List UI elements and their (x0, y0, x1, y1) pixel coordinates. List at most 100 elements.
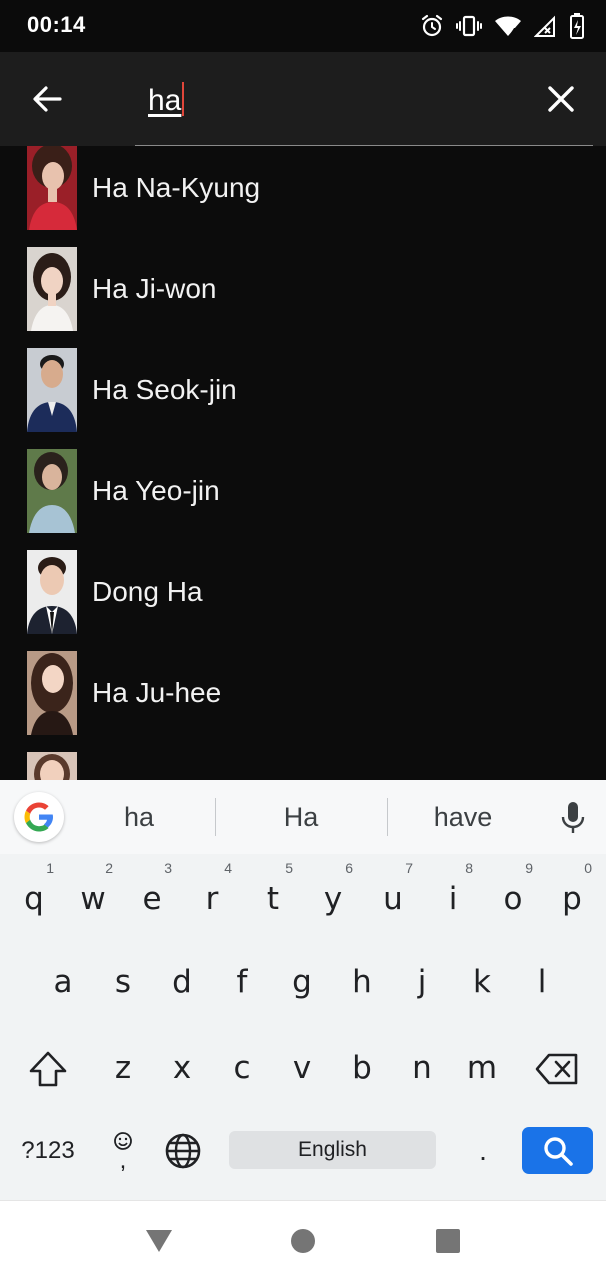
key-label: q (24, 881, 44, 917)
key-f[interactable]: f (212, 947, 272, 1017)
globe-icon (165, 1133, 201, 1169)
key-hint: 6 (345, 860, 353, 876)
result-item[interactable]: Ha Yeo-jin (0, 449, 606, 550)
shift-icon (29, 1051, 67, 1087)
back-button[interactable] (22, 76, 72, 122)
key-label: o (503, 881, 523, 917)
key-b[interactable]: b (332, 1033, 392, 1103)
nav-back-button[interactable] (139, 1223, 179, 1259)
backspace-key[interactable] (527, 1034, 587, 1104)
key-x[interactable]: x (152, 1033, 212, 1103)
key-label: i (448, 881, 458, 917)
search-toolbar: ha (0, 52, 606, 146)
key-y[interactable]: y6 (303, 860, 363, 934)
result-avatar (27, 449, 77, 533)
key-label: u (383, 881, 403, 917)
key-c[interactable]: c (212, 1033, 272, 1103)
key-g[interactable]: g (272, 947, 332, 1017)
result-item[interactable]: Dong Ha (0, 550, 606, 651)
key-i[interactable]: i8 (423, 860, 483, 934)
soft-keyboard: ha Ha have q1 w2 e3 r4 t5 y6 u7 i8 o9 p0… (0, 780, 606, 1200)
symbols-key[interactable]: ?123 (8, 1130, 88, 1172)
key-z[interactable]: z (93, 1033, 153, 1103)
google-logo-icon[interactable] (14, 792, 64, 842)
system-nav-bar (0, 1200, 606, 1280)
suggestion-2[interactable]: Ha (251, 802, 351, 833)
key-label: y (323, 881, 343, 917)
status-bar: 00:14 4 (0, 0, 606, 52)
key-d[interactable]: d (152, 947, 212, 1017)
suggestion-1[interactable]: ha (89, 802, 189, 833)
result-item[interactable]: Ha Ji-won (0, 247, 606, 348)
close-icon (548, 86, 574, 112)
key-w[interactable]: w2 (63, 860, 123, 934)
result-item[interactable]: Ha Seok-jin (0, 348, 606, 449)
result-avatar (27, 247, 77, 331)
search-input[interactable]: ha (148, 82, 185, 119)
key-t[interactable]: t5 (243, 860, 303, 934)
cell-signal-icon (534, 14, 558, 38)
backspace-icon (535, 1053, 578, 1085)
battery-icon (570, 13, 584, 39)
key-r[interactable]: r4 (182, 860, 242, 934)
key-p[interactable]: p0 (542, 860, 602, 934)
key-hint: 0 (584, 860, 592, 876)
key-n[interactable]: n (392, 1033, 452, 1103)
text-cursor (182, 82, 185, 117)
result-avatar (27, 752, 77, 780)
key-h[interactable]: h (332, 947, 392, 1017)
result-item[interactable] (0, 752, 606, 780)
microphone-icon[interactable] (560, 800, 586, 836)
svg-text:4: 4 (511, 27, 517, 38)
emoji-comma-key[interactable]: , (104, 1124, 142, 1178)
comma-label: , (119, 1147, 127, 1174)
clear-search-button[interactable] (538, 76, 584, 122)
status-icons: 4 (420, 11, 584, 41)
key-a[interactable]: a (33, 947, 93, 1017)
shift-key[interactable] (18, 1034, 78, 1104)
suggestion-bar: ha Ha have (0, 780, 606, 854)
result-name: Ha Ju-hee (92, 677, 222, 708)
search-results-list: Ha Na-Kyung Ha Ji-won Ha Seok-jin Ha Yeo… (0, 146, 606, 780)
key-hint: 2 (105, 860, 113, 876)
period-key[interactable]: . (464, 1130, 502, 1172)
key-label: w (80, 881, 106, 917)
square-recents-icon (436, 1229, 460, 1253)
key-l[interactable]: l (512, 947, 572, 1017)
key-o[interactable]: o9 (483, 860, 543, 934)
search-field[interactable]: ha (135, 70, 593, 146)
search-enter-key[interactable] (522, 1127, 593, 1174)
key-q[interactable]: q1 (4, 860, 64, 934)
result-avatar (27, 348, 77, 432)
key-hint: 9 (525, 860, 533, 876)
key-hint: 8 (465, 860, 473, 876)
key-m[interactable]: m (452, 1033, 512, 1103)
key-label: e (142, 881, 162, 917)
result-avatar (27, 550, 77, 634)
key-j[interactable]: j (392, 947, 452, 1017)
suggestion-3[interactable]: have (413, 802, 513, 833)
key-s[interactable]: s (93, 947, 153, 1017)
nav-recents-button[interactable] (428, 1223, 468, 1259)
triangle-down-icon (146, 1230, 172, 1252)
key-e[interactable]: e3 (122, 860, 182, 934)
key-v[interactable]: v (272, 1033, 332, 1103)
arrow-left-icon (33, 86, 62, 112)
result-item[interactable]: Ha Na-Kyung (0, 146, 606, 247)
key-hint: 4 (224, 860, 232, 876)
key-label: r (205, 881, 219, 917)
key-hint: 1 (46, 860, 54, 876)
space-key[interactable]: English (229, 1131, 436, 1169)
key-u[interactable]: u7 (363, 860, 423, 934)
result-name: Ha Seok-jin (92, 374, 237, 405)
result-item[interactable]: Ha Ju-hee (0, 651, 606, 752)
nav-home-button[interactable] (283, 1223, 323, 1259)
key-hint: 7 (405, 860, 413, 876)
result-avatar (27, 651, 77, 735)
key-k[interactable]: k (452, 947, 512, 1017)
status-time: 00:14 (27, 12, 86, 37)
result-avatar (27, 146, 77, 230)
language-key[interactable] (162, 1130, 204, 1172)
wifi-icon: 4 (494, 14, 522, 38)
result-name: Dong Ha (92, 576, 203, 607)
